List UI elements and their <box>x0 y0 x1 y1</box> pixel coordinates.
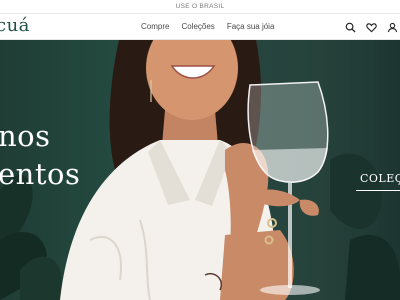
nav-item-faca-sua-joia[interactable]: Faça sua jóia <box>227 22 275 31</box>
site-header: cuá Compre Coleções Faça sua jóia <box>0 14 400 40</box>
user-icon[interactable] <box>386 21 398 33</box>
heart-icon[interactable] <box>365 21 377 33</box>
announcement-bar: USE O BRASIL <box>0 0 400 14</box>
hero-heading-line-1: nos <box>0 119 51 153</box>
brand-logo[interactable]: cuá <box>0 15 30 36</box>
hero-heading-line-2: entos <box>0 157 81 191</box>
search-icon[interactable] <box>344 21 356 33</box>
hero-collection-link[interactable]: COLEÇ <box>360 172 400 185</box>
announcement-text: USE O BRASIL <box>175 3 225 10</box>
hero-banner[interactable]: nos entos COLEÇ <box>0 40 400 300</box>
nav-item-colecoes[interactable]: Coleções <box>181 22 214 31</box>
nav-item-compre[interactable]: Compre <box>141 22 169 31</box>
hero-link-underline <box>356 190 400 191</box>
header-actions <box>335 21 398 33</box>
main-nav: Compre Coleções Faça sua jóia <box>141 22 286 31</box>
